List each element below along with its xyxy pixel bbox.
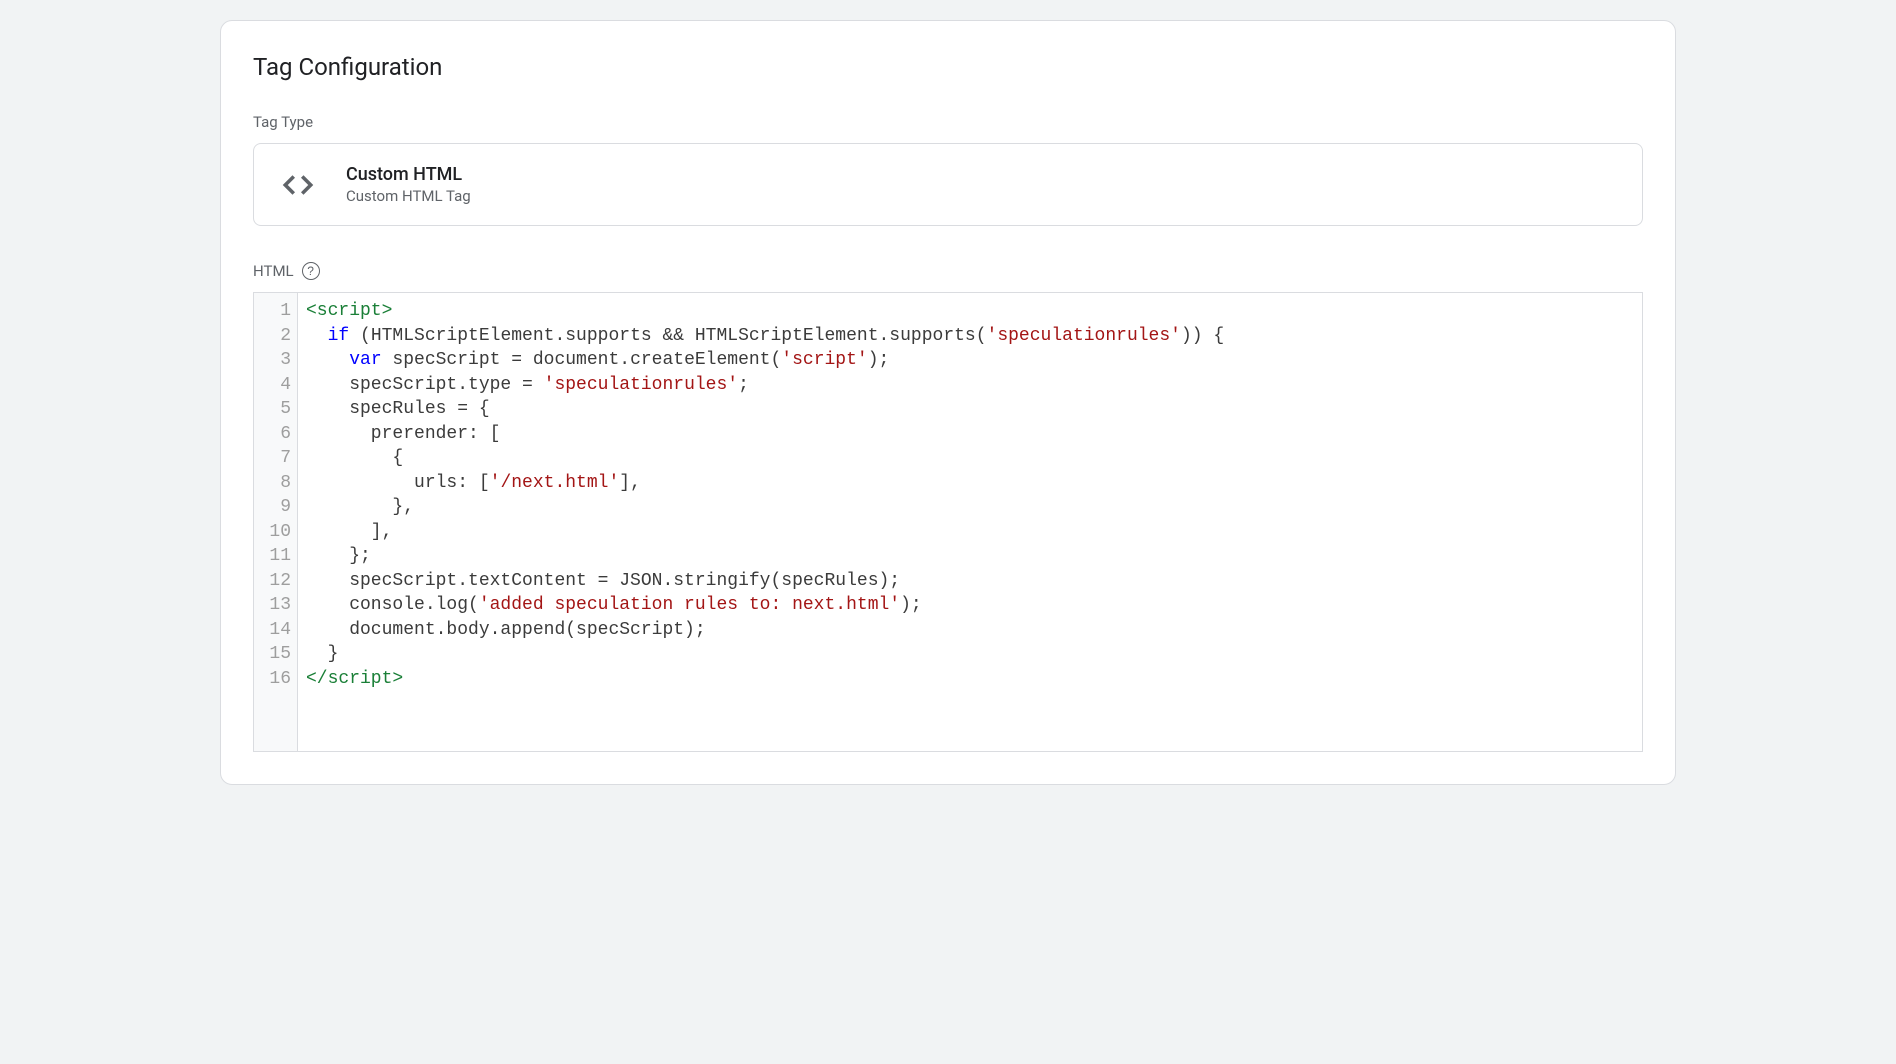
line-number: 5 (260, 397, 291, 422)
code-line[interactable]: } (306, 642, 1634, 667)
tag-type-subtitle: Custom HTML Tag (346, 187, 471, 205)
code-line[interactable]: }, (306, 495, 1634, 520)
code-line[interactable]: if (HTMLScriptElement.supports && HTMLSc… (306, 324, 1634, 349)
line-number: 2 (260, 324, 291, 349)
line-number: 10 (260, 520, 291, 545)
line-number: 12 (260, 569, 291, 594)
line-number: 1 (260, 299, 291, 324)
line-number: 14 (260, 618, 291, 643)
html-label-text: HTML (253, 262, 294, 280)
code-line[interactable]: specRules = { (306, 397, 1634, 422)
line-number: 9 (260, 495, 291, 520)
line-number: 6 (260, 422, 291, 447)
html-code-editor[interactable]: 12345678910111213141516 <script> if (HTM… (253, 292, 1643, 752)
code-line[interactable]: document.body.append(specScript); (306, 618, 1634, 643)
help-icon[interactable]: ? (302, 262, 320, 280)
tag-type-title: Custom HTML (346, 164, 471, 185)
html-field-label: HTML ? (253, 262, 1643, 280)
line-number: 4 (260, 373, 291, 398)
section-title: Tag Configuration (253, 53, 1643, 81)
code-line[interactable]: console.log('added speculation rules to:… (306, 593, 1634, 618)
code-line[interactable]: <script> (306, 299, 1634, 324)
line-number: 8 (260, 471, 291, 496)
code-line[interactable]: { (306, 446, 1634, 471)
tag-type-text: Custom HTML Custom HTML Tag (346, 164, 471, 205)
tag-type-selector[interactable]: Custom HTML Custom HTML Tag (253, 143, 1643, 226)
code-line[interactable]: }; (306, 544, 1634, 569)
code-line[interactable]: specScript.type = 'speculationrules'; (306, 373, 1634, 398)
line-number: 13 (260, 593, 291, 618)
line-number: 3 (260, 348, 291, 373)
code-icon (278, 165, 318, 205)
code-content[interactable]: <script> if (HTMLScriptElement.supports … (298, 293, 1642, 751)
code-gutter: 12345678910111213141516 (254, 293, 298, 751)
line-number: 15 (260, 642, 291, 667)
tag-configuration-card: Tag Configuration Tag Type Custom HTML C… (220, 20, 1676, 785)
code-line[interactable]: ], (306, 520, 1634, 545)
code-line[interactable]: </script> (306, 667, 1634, 692)
code-line[interactable]: urls: ['/next.html'], (306, 471, 1634, 496)
code-line[interactable]: var specScript = document.createElement(… (306, 348, 1634, 373)
line-number: 7 (260, 446, 291, 471)
code-line[interactable]: prerender: [ (306, 422, 1634, 447)
tag-type-label: Tag Type (253, 113, 1643, 131)
code-line[interactable]: specScript.textContent = JSON.stringify(… (306, 569, 1634, 594)
line-number: 16 (260, 667, 291, 692)
line-number: 11 (260, 544, 291, 569)
